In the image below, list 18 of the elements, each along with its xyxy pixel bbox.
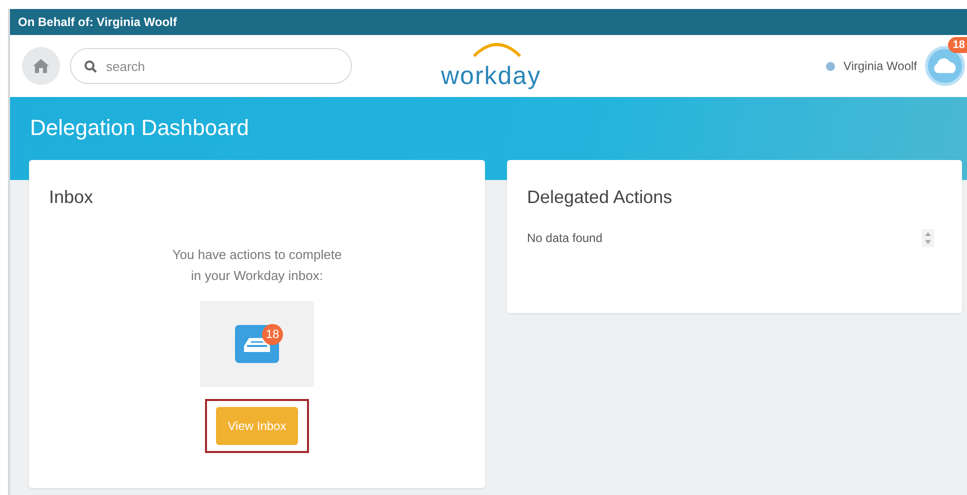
user-name[interactable]: Virginia Woolf xyxy=(843,57,917,75)
inbox-tile[interactable]: 18 xyxy=(200,300,314,387)
empty-message: No data found xyxy=(527,230,602,247)
logo-text: workday xyxy=(441,64,542,89)
card-title: Inbox xyxy=(49,186,94,209)
home-button[interactable] xyxy=(22,47,60,85)
notification-badge: 18 xyxy=(948,37,967,53)
search-field[interactable]: search xyxy=(70,48,352,84)
status-dot xyxy=(826,62,836,70)
delegate-bar: On Behalf of: Virginia Woolf xyxy=(10,9,967,35)
page-title: Delegation Dashboard xyxy=(30,117,250,139)
card-title: Delegated Actions xyxy=(527,186,674,209)
home-icon xyxy=(32,58,50,74)
logo-arc-icon xyxy=(471,41,523,57)
sort-icon[interactable] xyxy=(922,229,934,247)
count-badge: 18 xyxy=(262,324,283,345)
inbox-message: You have actions to complete in your Workday inbox: xyxy=(171,246,343,285)
view-inbox-button[interactable]: View Inbox xyxy=(216,406,298,445)
